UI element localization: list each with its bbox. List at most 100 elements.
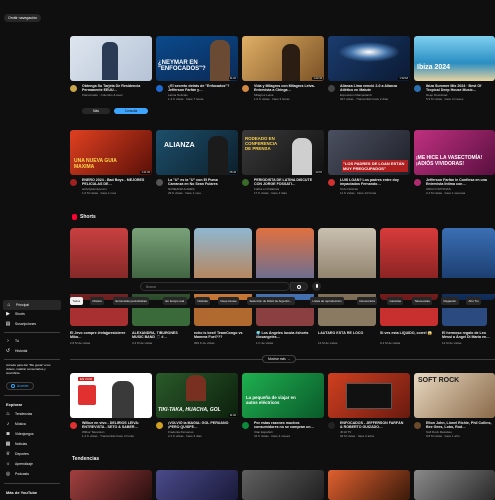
video-thumbnail[interactable] xyxy=(328,373,410,418)
video-thumbnail[interactable]: RODEADO EN CONFERENCIA DE PRENSA 12:01 xyxy=(242,130,324,175)
sidebar-item-label: Shorts xyxy=(15,312,25,316)
chip[interactable]: Selección de fútbol de Argentin… xyxy=(247,297,295,305)
video-thumbnail[interactable]: "LOS PADRES DE LOAN ESTÁN MUY PREOCUPADO… xyxy=(328,130,410,175)
short-title[interactable]: echo is best! TeamCongo vs Mamma Fuel??? xyxy=(194,331,250,340)
sidebar-item-news[interactable]: ▦ Noticias xyxy=(5,441,27,447)
video-title[interactable]: PERIODISTA DE LATINA DISCUTE CON JORGE F… xyxy=(254,178,320,187)
video-title[interactable]: LUIS LOAN? Los padres entre doy impactad… xyxy=(340,178,406,187)
video-title[interactable]: Jefferson Farfán le Confiesa en una Entr… xyxy=(426,178,492,187)
video-title[interactable]: ¡VOLVIÓ la MAGIA: GOL PERUANO ¡PERO QUIS… xyxy=(168,421,234,430)
short-thumbnail[interactable] xyxy=(132,308,190,326)
short-thumbnail[interactable] xyxy=(256,308,314,326)
signin-button[interactable]: Acceder xyxy=(6,382,34,390)
short-thumbnail[interactable] xyxy=(194,308,252,326)
avatar[interactable] xyxy=(70,85,77,92)
video-thumbnail[interactable]: SOFT ROCK xyxy=(414,373,495,418)
chip[interactable]: Regaetón xyxy=(441,297,459,305)
short-thumbnail[interactable] xyxy=(318,308,376,326)
sidebar-item-history[interactable]: ↺ Historial xyxy=(5,348,27,354)
video-thumbnail[interactable] xyxy=(70,470,152,500)
avatar[interactable] xyxy=(414,179,421,186)
video-thumbnail[interactable]: Ibiza 2024 xyxy=(414,36,495,81)
avatar[interactable] xyxy=(156,85,163,92)
avatar[interactable] xyxy=(242,422,249,429)
avatar[interactable] xyxy=(328,179,335,186)
search-input[interactable]: Buscar xyxy=(140,282,290,291)
short-title[interactable]: 🌍 Los Ángeles locuta #shorts #losangeles… xyxy=(256,331,312,340)
sidebar-item-subscriptions[interactable]: ▤ Suscripciones xyxy=(5,321,36,327)
video-thumbnail[interactable]: TIKI-TAKA, HUACHA, GOL 11:02 xyxy=(156,373,238,418)
sidebar-item-podcasts[interactable]: ◎ Podcasts xyxy=(5,471,29,477)
avatar[interactable] xyxy=(328,85,335,92)
mic-button[interactable] xyxy=(312,282,321,291)
video-title[interactable]: ENERO 2024 - Bad Boys - MEJORES PELICULA… xyxy=(82,178,148,187)
short-title[interactable]: Si ves esta LIQUIDO, corre! 😱 xyxy=(380,331,436,340)
chip[interactable]: En tiempo real xyxy=(163,297,187,305)
info-button[interactable]: Más xyxy=(82,108,110,114)
short-thumbnail[interactable] xyxy=(70,308,128,326)
chip[interactable]: Telenovelas xyxy=(412,297,433,305)
video-title[interactable]: La "U" es la "U" con El Puma Carranza en… xyxy=(168,178,234,187)
avatar[interactable] xyxy=(70,422,77,429)
sidebar-item-shorts[interactable]: ▶ Shorts xyxy=(5,311,25,317)
video-title[interactable]: Vida y Milagros con Milagros Leiva- Entr… xyxy=(254,84,320,93)
short-title[interactable]: El Jevo compre #relajpresicierre Mika… xyxy=(70,331,126,340)
avatar[interactable] xyxy=(242,85,249,92)
video-title[interactable]: Elton John, Lionel Richie, Phil Collins,… xyxy=(426,421,492,430)
short-title[interactable]: LAUTARO ESTÁ RE LOCO xyxy=(318,331,374,340)
video-thumbnail[interactable]: 1:33:18 xyxy=(328,36,410,81)
video-thumbnail[interactable] xyxy=(242,470,324,500)
avatar[interactable] xyxy=(70,179,77,186)
sidebar-item-music[interactable]: ♪ Música xyxy=(5,421,26,427)
video-thumbnail[interactable]: 1:22:44 xyxy=(242,36,324,81)
video-title[interactable]: Wilbur en vivo - DELIRIOS LEIVA: ENTREVI… xyxy=(82,421,148,430)
avatar[interactable] xyxy=(156,422,163,429)
sidebar-item-learning[interactable]: ☼ Aprendizaje xyxy=(5,461,33,467)
video-thumbnail[interactable] xyxy=(328,470,410,500)
video-thumbnail[interactable]: ¡ME HICE LA VASECTOMÍA! ¡ADIÓS VIVIDORAS… xyxy=(414,130,495,175)
visit-button[interactable]: Consulta xyxy=(114,108,148,114)
avatar[interactable] xyxy=(414,85,421,92)
video-thumbnail[interactable] xyxy=(70,36,152,81)
show-more-button[interactable]: Mostrar más ⌄ xyxy=(262,355,297,363)
video-title[interactable]: ¿El secreto detrás de "Enfocados"? Jeffe… xyxy=(168,84,234,93)
sidebar-item-you[interactable]: › Tú xyxy=(5,338,19,344)
sidebar-item-gaming[interactable]: ◙ Videojuegos xyxy=(5,431,33,437)
chip[interactable]: Deep House xyxy=(218,297,240,305)
sidebar-item-home[interactable]: ⌂ Principal xyxy=(3,300,61,310)
skip-navigation-button[interactable]: Omitir navegación xyxy=(4,14,41,22)
chip[interactable]: Listas de reproducción xyxy=(310,297,345,305)
sidebar-item-trending[interactable]: ♨ Tendencias xyxy=(5,411,32,417)
video-title[interactable]: Ibiza Summer Mix 2024 · Best Of Tropical… xyxy=(426,84,492,93)
chip[interactable]: Noticias xyxy=(195,297,211,305)
chip[interactable]: Afro Tru xyxy=(466,297,482,305)
chip[interactable]: Entrevistas periodísticas xyxy=(113,297,150,305)
video-title[interactable]: Alianza Lima venció 2-0 a Alianza Atléti… xyxy=(340,84,406,93)
avatar[interactable] xyxy=(414,422,421,429)
chip[interactable]: Gaviotas xyxy=(387,297,404,305)
video-duration: 11:02 xyxy=(228,414,237,417)
video-thumbnail[interactable] xyxy=(414,470,495,500)
chip[interactable]: Democracia xyxy=(357,297,378,305)
video-thumbnail[interactable] xyxy=(156,470,238,500)
chip-all[interactable]: Todos xyxy=(70,297,83,305)
video-thumbnail[interactable]: ¿NEYMAR EN "ENFOCADOS"? 11:22 xyxy=(156,36,238,81)
search-button[interactable] xyxy=(290,282,308,291)
short-title[interactable]: ALEXANDRA, TIBURONES MUSIC BAND 🎵 #… xyxy=(132,331,188,340)
video-title[interactable]: Obtenga Su Tarjeta De Residencia Permane… xyxy=(82,84,148,93)
short-thumbnail[interactable] xyxy=(380,308,438,326)
short-thumbnail[interactable] xyxy=(442,308,487,326)
video-thumbnail[interactable]: La pequeña de viajar en autos eléctricos xyxy=(242,373,324,418)
sidebar-divider xyxy=(4,332,60,333)
video-title[interactable]: Por estas razones muchos consumidores no… xyxy=(254,421,320,430)
short-title[interactable]: El hermoso regalo de Leo Messi a Ángel D… xyxy=(442,331,494,340)
chip[interactable]: Música xyxy=(90,297,105,305)
video-thumbnail[interactable]: EN VIVO xyxy=(70,373,152,418)
avatar[interactable] xyxy=(156,179,163,186)
video-thumbnail[interactable]: ALIANZA 26:44 xyxy=(156,130,238,175)
video-thumbnail[interactable]: UNA NUEVA GUIA MAXIMA 1:41:03 xyxy=(70,130,152,175)
sidebar-item-sports[interactable]: ♕ Deportes xyxy=(5,451,29,457)
avatar[interactable] xyxy=(242,179,249,186)
video-title[interactable]: ENFOCADOS - JEFFERSON FARFÁN & ROBERTO G… xyxy=(340,421,406,430)
avatar[interactable] xyxy=(328,422,335,429)
